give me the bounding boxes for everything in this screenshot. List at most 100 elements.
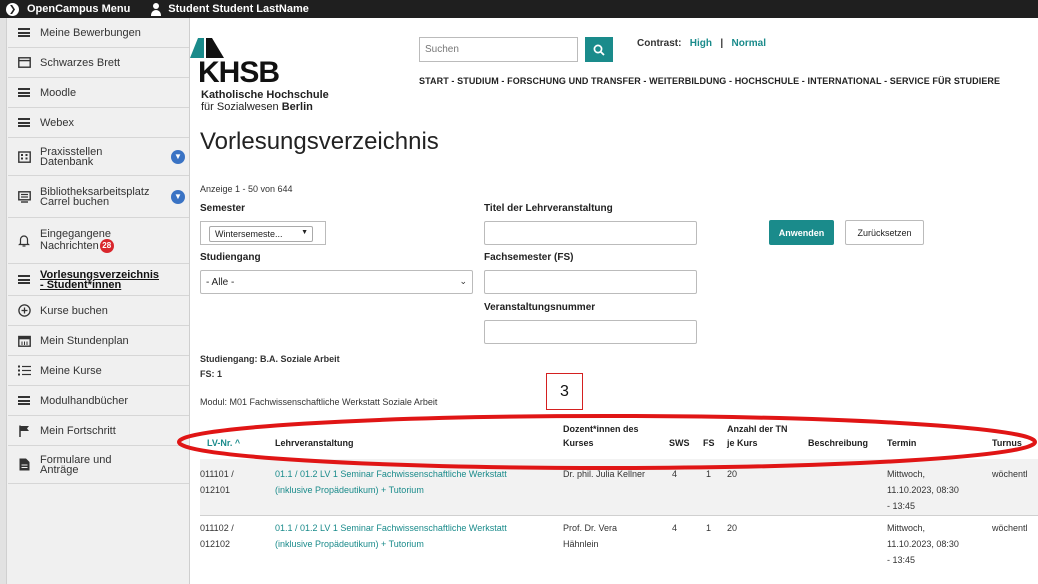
cell-lvnr: 011101 /012101 xyxy=(200,469,234,495)
sidebar: Meine Bewerbungen Schwarzes Brett Moodle… xyxy=(0,18,190,584)
sidebar-item-label-line2: Anträge xyxy=(40,463,79,476)
sidebar-item-label: Moodle xyxy=(40,86,77,99)
semester-select[interactable]: Wintersemeste... ▼ xyxy=(209,226,313,242)
message-box-icon xyxy=(17,190,31,203)
column-header-lehrveranstaltung[interactable]: Lehrveranstaltung xyxy=(275,437,354,449)
user-name-label: Student Student LastName xyxy=(168,3,309,15)
search-button[interactable] xyxy=(585,37,613,62)
sidebar-item-label-line2: Nachrichten xyxy=(40,239,99,252)
search-icon xyxy=(593,44,605,56)
column-header-anzahl[interactable]: Anzahl der TN je Kurs xyxy=(727,423,788,449)
sidebar-item-vorlesungsverzeichnis[interactable]: Vorlesungsverzeichnis - Student*innen xyxy=(8,264,189,296)
row-divider xyxy=(200,515,1038,516)
sidebar-item-modulhandbuecher[interactable]: Modulhandbücher xyxy=(8,386,189,416)
sidebar-item-label: Mein Fortschritt xyxy=(40,424,116,437)
semester-select-value: Wintersemeste... xyxy=(215,229,283,239)
chevron-down-icon[interactable]: ▼ xyxy=(171,149,185,164)
cell-turnus: wöchentl xyxy=(992,469,1028,479)
column-header-dozent[interactable]: Dozent*innen des Kurses xyxy=(563,423,639,449)
column-header-lvnr[interactable]: LV-Nr. ^ xyxy=(207,437,240,449)
titel-input[interactable] xyxy=(484,221,697,245)
contrast-normal-link[interactable]: Normal xyxy=(732,38,766,49)
user-menu-button[interactable]: Student Student LastName xyxy=(150,2,309,16)
sidebar-item-label-line2: Carrel buchen xyxy=(40,195,110,208)
cell-fs: 1 xyxy=(706,523,712,533)
sidebar-item-label: Meine Kurse xyxy=(40,364,102,377)
column-header-sws[interactable]: SWS xyxy=(669,437,690,449)
veranstaltungsnummer-input[interactable] xyxy=(484,320,697,344)
calendar-icon xyxy=(17,335,31,347)
list-icon xyxy=(17,87,31,99)
apply-button[interactable]: Anwenden xyxy=(769,220,834,245)
column-header-termin[interactable]: Termin xyxy=(887,437,916,449)
sidebar-item-praxisstellen[interactable]: Praxisstellen Datenbank ▼ xyxy=(8,138,189,176)
cell-fs: 1 xyxy=(706,469,712,479)
sidebar-item-meine-kurse[interactable]: Meine Kurse xyxy=(8,356,189,386)
plus-circle-icon xyxy=(17,304,31,317)
cell-title-link[interactable]: 01.1 / 01.2 LV 1 Seminar Fachwissenschaf… xyxy=(275,466,507,498)
unread-count-badge: 28 xyxy=(99,238,114,253)
semester-select-container: Wintersemeste... ▼ xyxy=(200,221,326,245)
sidebar-item-label: Webex xyxy=(40,116,75,129)
titel-label: Titel der Lehrveranstaltung xyxy=(484,203,613,214)
studiengang-context: Studiengang: B.A. Soziale Arbeit xyxy=(200,354,340,364)
column-header-beschreibung[interactable]: Beschreibung xyxy=(808,437,868,449)
cell-sws: 4 xyxy=(672,523,678,533)
sidebar-item-label-line1: Eingegangene xyxy=(40,227,111,240)
semester-label: Semester xyxy=(200,203,246,214)
top-bar: ❯ OpenCampus Menu Student Student LastNa… xyxy=(0,0,1038,18)
sidebar-edge xyxy=(0,18,7,584)
annotation-number-box: 3 xyxy=(546,373,583,410)
sidebar-item-schwarzes-brett[interactable]: Schwarzes Brett xyxy=(8,48,189,78)
logo-name: KHSB xyxy=(198,56,280,89)
cell-dozent: Dr. phil. Julia Kellner xyxy=(563,469,646,479)
reset-button[interactable]: Zurücksetzen xyxy=(845,220,924,245)
studiengang-select-value: - Alle - xyxy=(206,277,235,288)
building-icon xyxy=(17,150,31,163)
cell-turnus: wöchentl xyxy=(992,523,1028,533)
sidebar-item-moodle[interactable]: Moodle xyxy=(8,78,189,108)
modul-heading: Modul: M01 Fachwissenschaftliche Werksta… xyxy=(200,397,438,407)
result-count: Anzeige 1 - 50 von 644 xyxy=(200,184,293,194)
sidebar-item-mein-fortschritt[interactable]: Mein Fortschritt xyxy=(8,416,189,446)
fachsemester-input[interactable] xyxy=(484,270,697,294)
page-title: Vorlesungsverzeichnis xyxy=(200,128,439,155)
board-icon xyxy=(17,57,31,69)
sidebar-item-bibliotheksarbeitsplatz[interactable]: Bibliotheksarbeitsplatz Carrel buchen ▼ xyxy=(8,176,189,218)
main-navigation[interactable]: START - STUDIUM - FORSCHUNG UND TRANSFER… xyxy=(419,76,1000,86)
cell-termin: Mittwoch, 11.10.2023, 08:30- 13:45 xyxy=(887,469,959,511)
contrast-switch: Contrast: High | Normal xyxy=(637,38,766,49)
column-header-fs[interactable]: FS xyxy=(703,437,715,449)
sidebar-item-kurse-buchen[interactable]: Kurse buchen xyxy=(8,296,189,326)
sidebar-item-mein-stundenplan[interactable]: Mein Stundenplan xyxy=(8,326,189,356)
chevron-down-icon: ▼ xyxy=(301,229,308,236)
chevron-down-icon[interactable]: ▼ xyxy=(171,189,185,204)
user-icon xyxy=(150,2,162,16)
search-input[interactable]: Suchen xyxy=(419,37,578,62)
logo-subtitle-line1: Katholische Hochschule xyxy=(201,89,329,101)
list-icon xyxy=(17,27,31,39)
studiengang-select[interactable]: - Alle - ⌄ xyxy=(200,270,473,294)
contrast-label: Contrast: xyxy=(637,38,682,49)
cell-termin: Mittwoch, 11.10.2023, 08:30- 13:45 xyxy=(887,523,959,565)
contrast-high-link[interactable]: High xyxy=(690,38,712,49)
list-icon xyxy=(17,274,31,286)
sidebar-item-webex[interactable]: Webex xyxy=(8,108,189,138)
fs-context: FS: 1 xyxy=(200,369,223,379)
cell-title-link[interactable]: 01.1 / 01.2 LV 1 Seminar Fachwissenschaf… xyxy=(275,520,507,552)
chevron-down-icon: ⌄ xyxy=(459,276,467,286)
sidebar-item-formulare[interactable]: Formulare und Anträge xyxy=(8,446,189,484)
list-icon xyxy=(17,395,31,407)
sidebar-item-meine-bewerbungen[interactable]: Meine Bewerbungen xyxy=(8,18,189,48)
opencampus-menu-button[interactable]: ❯ OpenCampus Menu xyxy=(6,2,130,16)
bell-icon xyxy=(17,235,31,247)
sidebar-item-nachrichten[interactable]: Eingegangene Nachrichten 28 xyxy=(8,218,189,264)
sidebar-item-label: Kurse buchen xyxy=(40,304,108,317)
cell-anzahl: 20 xyxy=(727,469,738,479)
document-icon xyxy=(17,458,31,471)
sidebar-item-label: Mein Stundenplan xyxy=(40,334,129,347)
cell-lvnr: 011102 /012102 xyxy=(200,523,234,549)
column-header-turnus[interactable]: Turnus xyxy=(992,437,1022,449)
sidebar-item-label-line2: Datenbank xyxy=(40,155,94,168)
veranstaltungsnummer-label: Veranstaltungsnummer xyxy=(484,302,596,313)
